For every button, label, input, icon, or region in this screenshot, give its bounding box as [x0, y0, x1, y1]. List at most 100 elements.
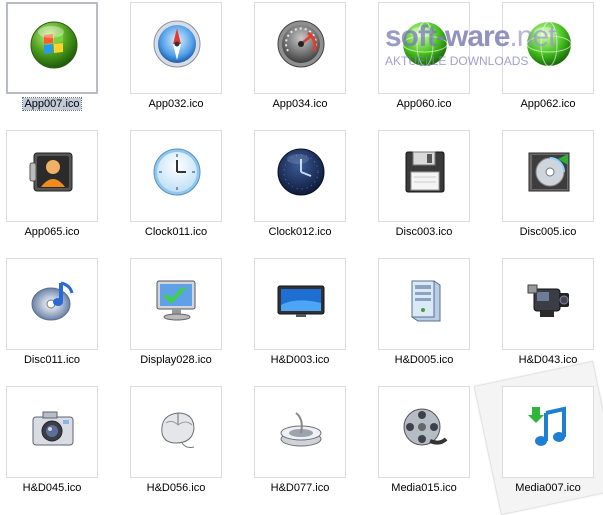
file-item[interactable]: Disc011.ico — [0, 256, 124, 384]
file-thumbnail[interactable] — [6, 386, 98, 478]
file-name-label: App065.ico — [24, 226, 80, 238]
file-name-label: Disc011.ico — [23, 354, 81, 366]
flat-screen-icon — [276, 275, 326, 325]
file-name-label: Disc005.ico — [519, 226, 577, 238]
gauge-icon — [276, 19, 326, 69]
file-thumbnail[interactable] — [502, 258, 594, 350]
file-name-label: H&D045.ico — [22, 482, 82, 494]
file-thumbnail[interactable] — [378, 130, 470, 222]
file-name-label: App032.ico — [148, 98, 204, 110]
file-name-label: H&D077.ico — [270, 482, 330, 494]
file-item[interactable]: App062.ico — [496, 0, 603, 128]
file-item[interactable]: H&D056.ico — [124, 384, 248, 512]
file-item[interactable]: H&D045.ico — [0, 384, 124, 512]
file-name[interactable]: Clock011.ico — [124, 226, 228, 239]
file-item[interactable]: Disc003.ico — [372, 128, 496, 256]
file-thumbnail[interactable] — [130, 258, 222, 350]
file-name-label: App034.ico — [272, 98, 328, 110]
file-item[interactable]: H&D005.ico — [372, 256, 496, 384]
file-item[interactable]: H&D043.ico — [496, 256, 603, 384]
file-name[interactable]: Disc003.ico — [372, 226, 476, 239]
file-item[interactable]: Media007.ico — [496, 384, 603, 512]
cd-case-icon — [524, 147, 574, 197]
film-reel-icon — [400, 403, 450, 453]
file-thumbnail[interactable] — [378, 2, 470, 94]
camera-icon — [28, 403, 78, 453]
clock-icon — [152, 147, 202, 197]
file-name[interactable]: Disc005.ico — [496, 226, 600, 239]
file-thumbnail[interactable] — [130, 386, 222, 478]
windows-orb-icon — [29, 20, 79, 70]
file-name[interactable]: App062.ico — [496, 98, 600, 111]
file-name[interactable]: Media015.ico — [372, 482, 476, 495]
monitor-check-icon — [152, 275, 202, 325]
file-thumbnail[interactable] — [254, 2, 346, 94]
file-name[interactable]: H&D077.ico — [248, 482, 352, 495]
file-name-label: H&D003.ico — [270, 354, 330, 366]
file-name-label: Clock012.ico — [268, 226, 332, 238]
file-thumbnail[interactable] — [130, 130, 222, 222]
file-name[interactable]: App032.ico — [124, 98, 228, 111]
file-name[interactable]: Clock012.ico — [248, 226, 352, 239]
file-name[interactable]: H&D043.ico — [496, 354, 600, 367]
file-name-label: Clock011.ico — [144, 226, 208, 238]
floppy-disk-icon — [400, 147, 450, 197]
file-name[interactable]: App007.ico — [0, 97, 104, 111]
file-thumbnail[interactable] — [378, 258, 470, 350]
file-thumbnail[interactable] — [502, 386, 594, 478]
green-globe-icon — [524, 19, 574, 69]
file-name-label: App062.ico — [520, 98, 576, 110]
file-thumbnail[interactable] — [6, 2, 98, 94]
file-name[interactable]: Display028.ico — [124, 354, 228, 367]
file-name[interactable]: Disc011.ico — [0, 354, 104, 367]
file-name[interactable]: H&D056.ico — [124, 482, 228, 495]
file-item[interactable]: Clock011.ico — [124, 128, 248, 256]
music-note-icon — [524, 403, 574, 453]
user-card-icon — [28, 147, 78, 197]
camcorder-icon — [524, 275, 574, 325]
file-item[interactable]: H&D003.ico — [248, 256, 372, 384]
server-tower-icon — [400, 275, 450, 325]
file-name-label: Disc003.ico — [395, 226, 453, 238]
file-thumbnail[interactable] — [254, 386, 346, 478]
file-item[interactable]: Media015.ico — [372, 384, 496, 512]
file-name-label: Display028.ico — [140, 354, 212, 366]
file-thumbnail[interactable] — [502, 130, 594, 222]
file-thumbnail[interactable] — [254, 130, 346, 222]
file-thumbnail[interactable] — [6, 130, 98, 222]
compass-icon — [152, 19, 202, 69]
file-thumbnail[interactable] — [502, 2, 594, 94]
file-name[interactable]: App034.ico — [248, 98, 352, 111]
file-name-label: H&D005.ico — [394, 354, 454, 366]
file-thumbnail[interactable] — [6, 258, 98, 350]
file-name-label: App060.ico — [396, 98, 452, 110]
file-name-label: H&D056.ico — [146, 482, 206, 494]
file-item[interactable]: App034.ico — [248, 0, 372, 128]
file-name-label: App007.ico — [22, 97, 82, 111]
mouse-icon — [152, 403, 202, 453]
file-item[interactable]: App065.ico — [0, 128, 124, 256]
file-item[interactable]: Disc005.ico — [496, 128, 603, 256]
file-name-label: Media015.ico — [391, 482, 457, 494]
webcam-icon — [276, 403, 326, 453]
file-thumbnail[interactable] — [378, 386, 470, 478]
file-item[interactable]: H&D077.ico — [248, 384, 372, 512]
file-name[interactable]: App060.ico — [372, 98, 476, 111]
file-item[interactable]: App007.ico — [0, 0, 124, 128]
file-name-label: H&D043.ico — [518, 354, 578, 366]
dark-clock-icon — [276, 147, 326, 197]
file-name[interactable]: H&D005.ico — [372, 354, 476, 367]
music-disc-icon — [28, 275, 78, 325]
file-thumbnail[interactable] — [254, 258, 346, 350]
file-name[interactable]: H&D003.ico — [248, 354, 352, 367]
file-name[interactable]: App065.ico — [0, 226, 104, 239]
file-item[interactable]: Clock012.ico — [248, 128, 372, 256]
file-name[interactable]: H&D045.ico — [0, 482, 104, 495]
file-name[interactable]: Media007.ico — [496, 482, 600, 495]
green-globe-icon — [400, 19, 450, 69]
file-item[interactable]: App032.ico — [124, 0, 248, 128]
file-name-label: Media007.ico — [515, 482, 581, 494]
file-thumbnail[interactable] — [130, 2, 222, 94]
file-item[interactable]: Display028.ico — [124, 256, 248, 384]
file-item[interactable]: App060.ico — [372, 0, 496, 128]
